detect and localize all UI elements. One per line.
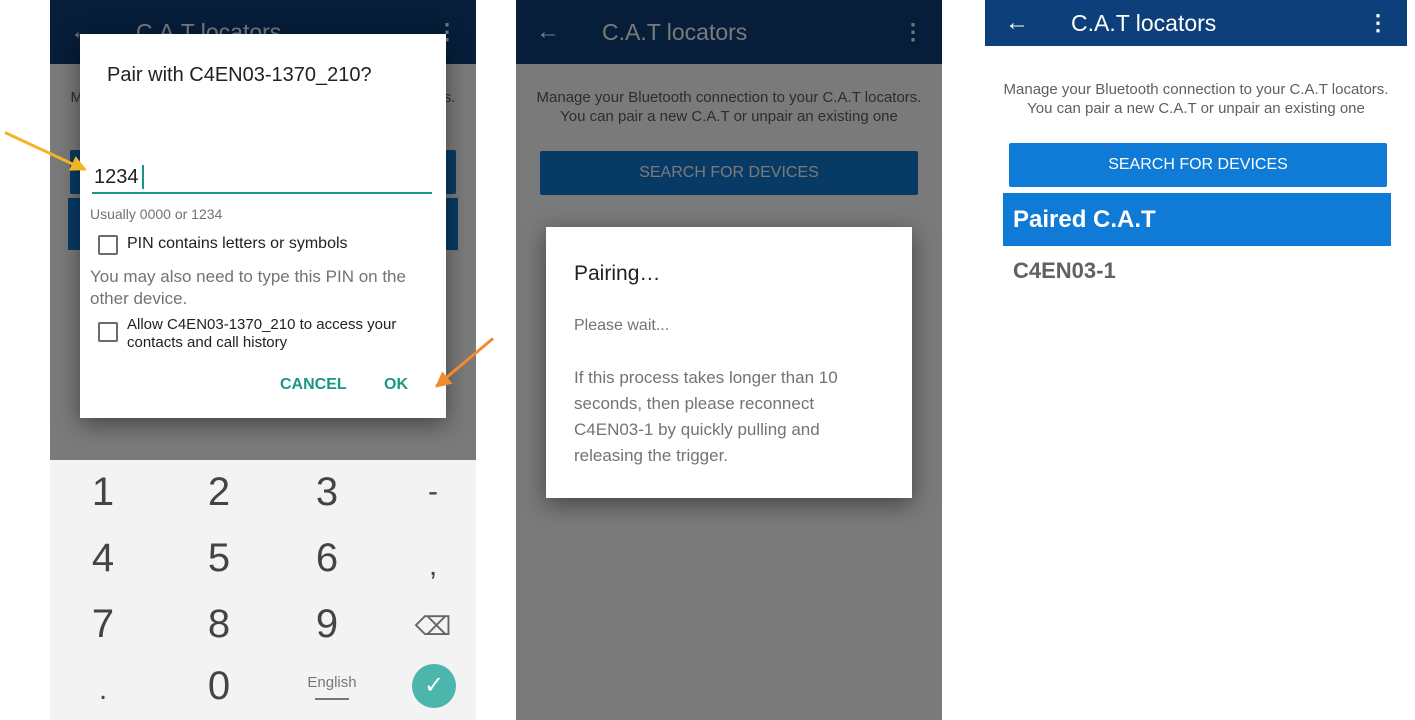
paired-device-item[interactable]: C4EN03-1 bbox=[1013, 258, 1116, 284]
pin-input[interactable]: 1234 bbox=[92, 162, 432, 194]
key-period[interactable]: . bbox=[58, 660, 148, 720]
pin-letters-label: PIN contains letters or symbols bbox=[127, 235, 348, 252]
language-key[interactable]: English bbox=[302, 674, 362, 700]
key-2[interactable]: 2 bbox=[174, 462, 264, 522]
key-0[interactable]: 0 bbox=[174, 656, 264, 716]
key-minus[interactable]: - bbox=[388, 462, 476, 522]
pairing-wait-text: Please wait... bbox=[574, 317, 670, 334]
screen-pairing: ← C.A.T locators ⋮ Manage your Bluetooth… bbox=[516, 0, 942, 720]
numeric-keypad: 1 2 3 - 4 5 6 , 7 8 9 ⌫ . 0 English ✓ bbox=[50, 460, 476, 720]
key-1[interactable]: 1 bbox=[58, 462, 148, 522]
backspace-icon[interactable]: ⌫ bbox=[388, 596, 476, 656]
screen-pin-entry: ← C.A.T locators ⋮ Manage your Bluetooth… bbox=[50, 0, 476, 720]
screen-paired-list: ← C.A.T locators ⋮ Manage your Bluetooth… bbox=[985, 0, 1407, 720]
ok-button[interactable]: OK bbox=[384, 376, 408, 394]
pairing-message: If this process takes longer than 10 sec… bbox=[574, 368, 838, 465]
key-4[interactable]: 4 bbox=[58, 528, 148, 588]
paired-header: Paired C.A.T bbox=[1003, 193, 1391, 246]
pin-hint: Usually 0000 or 1234 bbox=[90, 206, 223, 222]
pin-letters-checkbox[interactable] bbox=[98, 235, 118, 255]
check-glyph: ✓ bbox=[423, 672, 445, 699]
key-3[interactable]: 3 bbox=[282, 462, 372, 522]
language-label: English bbox=[307, 674, 357, 691]
text-cursor bbox=[142, 165, 144, 189]
main-content: Manage your Bluetooth connection to your… bbox=[985, 46, 1407, 720]
key-8[interactable]: 8 bbox=[174, 594, 264, 654]
search-devices-button[interactable]: SEARCH FOR DEVICES bbox=[1009, 143, 1387, 187]
contacts-option[interactable]: Allow C4EN03-1370_210 to access your con… bbox=[98, 316, 438, 356]
pair-dialog-title: Pair with C4EN03-1370_210? bbox=[107, 64, 372, 86]
key-6[interactable]: 6 bbox=[282, 528, 372, 588]
check-circle-icon[interactable]: ✓ bbox=[412, 664, 456, 708]
pin-value: 1234 bbox=[94, 166, 139, 188]
space-bar-indicator bbox=[315, 698, 349, 700]
intro-text: Manage your Bluetooth connection to your… bbox=[1003, 81, 1389, 117]
pin-info-text: You may also need to type this PIN on th… bbox=[90, 267, 406, 308]
key-9[interactable]: 9 bbox=[282, 594, 372, 654]
back-arrow-icon[interactable]: ← bbox=[1005, 5, 1029, 41]
contacts-checkbox[interactable] bbox=[98, 322, 118, 342]
paired-header-label: Paired C.A.T bbox=[1013, 206, 1156, 233]
key-comma[interactable]: , bbox=[388, 536, 476, 596]
contacts-label: Allow C4EN03-1370_210 to access your con… bbox=[127, 316, 397, 351]
app-bar: ← C.A.T locators ⋮ bbox=[985, 0, 1407, 46]
pairing-title: Pairing… bbox=[574, 262, 661, 285]
pairing-dialog: Pairing… Please wait... If this process … bbox=[546, 227, 912, 498]
key-7[interactable]: 7 bbox=[58, 594, 148, 654]
app-title: C.A.T locators bbox=[1071, 10, 1217, 36]
pair-dialog: Pair with C4EN03-1370_210? 1234 Usually … bbox=[80, 34, 446, 418]
key-5[interactable]: 5 bbox=[174, 528, 264, 588]
more-vert-icon[interactable]: ⋮ bbox=[1367, 5, 1389, 41]
cancel-button[interactable]: CANCEL bbox=[280, 376, 347, 394]
